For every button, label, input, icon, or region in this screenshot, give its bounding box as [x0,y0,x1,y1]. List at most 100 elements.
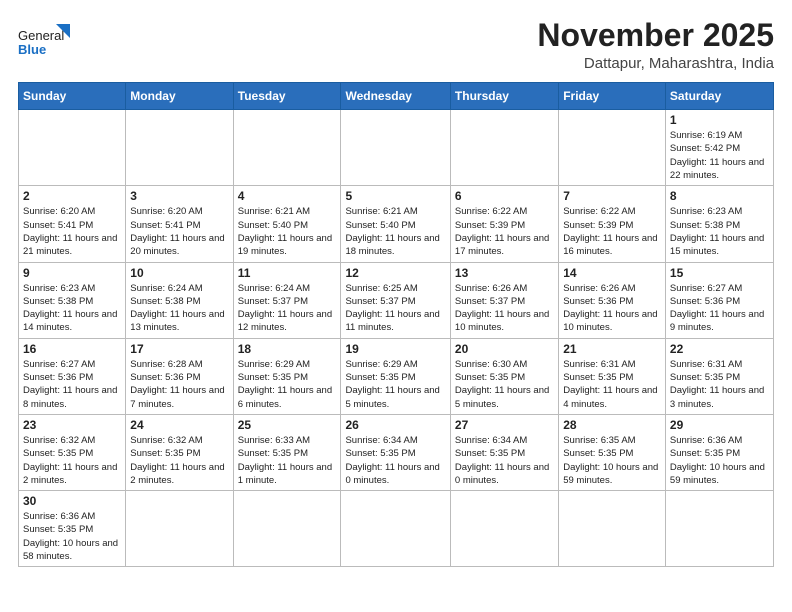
day-number: 24 [130,418,228,432]
calendar-cell: 12 Sunrise: 6:25 AMSunset: 5:37 PMDayligh… [341,262,450,338]
calendar-cell: 30 Sunrise: 6:36 AMSunset: 5:35 PMDayligh… [19,491,126,567]
day-number: 5 [345,189,445,203]
day-number: 12 [345,266,445,280]
day-number: 25 [238,418,337,432]
calendar-cell: 24 Sunrise: 6:32 AMSunset: 5:35 PMDayligh… [126,414,233,490]
calendar-cell [559,110,666,186]
day-number: 26 [345,418,445,432]
day-info: Sunrise: 6:21 AMSunset: 5:40 PMDaylight:… [345,205,445,258]
day-info: Sunrise: 6:20 AMSunset: 5:41 PMDaylight:… [130,205,228,258]
calendar-week-1: 1Sunrise: 6:19 AMSunset: 5:42 PMDaylight… [19,110,774,186]
page: General Blue November 2025 Dattapur, Mah… [0,0,792,612]
calendar-cell [665,491,773,567]
calendar-cell: 27 Sunrise: 6:34 AMSunset: 5:35 PMDayligh… [450,414,558,490]
day-info: Sunrise: 6:29 AMSunset: 5:35 PMDaylight:… [238,358,337,411]
day-info: Sunrise: 6:36 AMSunset: 5:35 PMDaylight:… [670,434,769,487]
calendar-cell: 14Sunrise: 6:26 AMSunset: 5:36 PMDayligh… [559,262,666,338]
calendar-table: SundayMondayTuesdayWednesdayThursdayFrid… [18,82,774,567]
day-number: 18 [238,342,337,356]
logo-image: General Blue [18,18,72,62]
day-info: Sunrise: 6:23 AMSunset: 5:38 PMDaylight:… [23,282,121,335]
title-block: November 2025 Dattapur, Maharashtra, Ind… [537,18,774,72]
calendar-cell [126,491,233,567]
calendar-cell [450,110,558,186]
calendar-cell: 7Sunrise: 6:22 AMSunset: 5:39 PMDaylight… [559,186,666,262]
calendar-cell: 16Sunrise: 6:27 AMSunset: 5:36 PMDayligh… [19,338,126,414]
day-number: 10 [130,266,228,280]
day-info: Sunrise: 6:27 AMSunset: 5:36 PMDaylight:… [670,282,769,335]
day-number: 21 [563,342,661,356]
calendar-cell: 10 Sunrise: 6:24 AMSunset: 5:38 PMDayligh… [126,262,233,338]
day-info: Sunrise: 6:31 AMSunset: 5:35 PMDaylight:… [670,358,769,411]
logo: General Blue [18,18,72,62]
day-number: 8 [670,189,769,203]
day-info: Sunrise: 6:34 AMSunset: 5:35 PMDaylight:… [345,434,445,487]
day-info: Sunrise: 6:26 AMSunset: 5:36 PMDaylight:… [563,282,661,335]
day-info: Sunrise: 6:31 AMSunset: 5:35 PMDaylight:… [563,358,661,411]
day-number: 9 [23,266,121,280]
logo-svg: General Blue [18,18,72,62]
month-title: November 2025 [537,18,774,53]
calendar-cell: 1Sunrise: 6:19 AMSunset: 5:42 PMDaylight… [665,110,773,186]
day-info: Sunrise: 6:30 AMSunset: 5:35 PMDaylight:… [455,358,554,411]
calendar-week-4: 16Sunrise: 6:27 AMSunset: 5:36 PMDayligh… [19,338,774,414]
calendar-week-3: 9 Sunrise: 6:23 AMSunset: 5:38 PMDaylight… [19,262,774,338]
calendar-cell: 17 Sunrise: 6:28 AMSunset: 5:36 PMDayligh… [126,338,233,414]
calendar-cell: 26 Sunrise: 6:34 AMSunset: 5:35 PMDayligh… [341,414,450,490]
calendar-cell: 9 Sunrise: 6:23 AMSunset: 5:38 PMDaylight… [19,262,126,338]
day-info: Sunrise: 6:26 AMSunset: 5:37 PMDaylight:… [455,282,554,335]
calendar-cell: 8 Sunrise: 6:23 AMSunset: 5:38 PMDaylight… [665,186,773,262]
day-info: Sunrise: 6:23 AMSunset: 5:38 PMDaylight:… [670,205,769,258]
calendar-header-saturday: Saturday [665,83,773,110]
day-info: Sunrise: 6:21 AMSunset: 5:40 PMDaylight:… [238,205,337,258]
calendar-header-wednesday: Wednesday [341,83,450,110]
calendar-cell [233,110,341,186]
day-info: Sunrise: 6:28 AMSunset: 5:36 PMDaylight:… [130,358,228,411]
day-info: Sunrise: 6:29 AMSunset: 5:35 PMDaylight:… [345,358,445,411]
calendar-cell: 18 Sunrise: 6:29 AMSunset: 5:35 PMDayligh… [233,338,341,414]
svg-text:Blue: Blue [18,42,46,57]
day-number: 30 [23,494,121,508]
day-number: 23 [23,418,121,432]
calendar-body: 1Sunrise: 6:19 AMSunset: 5:42 PMDaylight… [19,110,774,567]
day-info: Sunrise: 6:33 AMSunset: 5:35 PMDaylight:… [238,434,337,487]
calendar-header-tuesday: Tuesday [233,83,341,110]
calendar-cell: 29 Sunrise: 6:36 AMSunset: 5:35 PMDayligh… [665,414,773,490]
day-info: Sunrise: 6:36 AMSunset: 5:35 PMDaylight:… [23,510,121,563]
day-number: 2 [23,189,121,203]
header: General Blue November 2025 Dattapur, Mah… [18,18,774,72]
calendar-cell [233,491,341,567]
day-number: 1 [670,113,769,127]
day-info: Sunrise: 6:34 AMSunset: 5:35 PMDaylight:… [455,434,554,487]
calendar-cell [341,491,450,567]
day-number: 3 [130,189,228,203]
calendar-cell [559,491,666,567]
calendar-week-6: 30 Sunrise: 6:36 AMSunset: 5:35 PMDayligh… [19,491,774,567]
day-info: Sunrise: 6:32 AMSunset: 5:35 PMDaylight:… [130,434,228,487]
day-number: 17 [130,342,228,356]
day-number: 27 [455,418,554,432]
day-info: Sunrise: 6:32 AMSunset: 5:35 PMDaylight:… [23,434,121,487]
day-number: 16 [23,342,121,356]
calendar-cell: 20 Sunrise: 6:30 AMSunset: 5:35 PMDayligh… [450,338,558,414]
day-number: 20 [455,342,554,356]
calendar-cell [450,491,558,567]
calendar-week-2: 2 Sunrise: 6:20 AMSunset: 5:41 PMDaylight… [19,186,774,262]
calendar-cell: 25 Sunrise: 6:33 AMSunset: 5:35 PMDayligh… [233,414,341,490]
day-info: Sunrise: 6:24 AMSunset: 5:38 PMDaylight:… [130,282,228,335]
day-info: Sunrise: 6:24 AMSunset: 5:37 PMDaylight:… [238,282,337,335]
location: Dattapur, Maharashtra, India [537,55,774,72]
calendar-cell: 28Sunrise: 6:35 AMSunset: 5:35 PMDayligh… [559,414,666,490]
day-info: Sunrise: 6:25 AMSunset: 5:37 PMDaylight:… [345,282,445,335]
calendar-cell: 22Sunrise: 6:31 AMSunset: 5:35 PMDayligh… [665,338,773,414]
calendar-cell: 15 Sunrise: 6:27 AMSunset: 5:36 PMDayligh… [665,262,773,338]
day-info: Sunrise: 6:20 AMSunset: 5:41 PMDaylight:… [23,205,121,258]
day-number: 7 [563,189,661,203]
day-number: 15 [670,266,769,280]
calendar-header-thursday: Thursday [450,83,558,110]
calendar-cell: 11Sunrise: 6:24 AMSunset: 5:37 PMDayligh… [233,262,341,338]
calendar-cell: 19Sunrise: 6:29 AMSunset: 5:35 PMDayligh… [341,338,450,414]
calendar-header-friday: Friday [559,83,666,110]
calendar-cell: 23 Sunrise: 6:32 AMSunset: 5:35 PMDayligh… [19,414,126,490]
day-number: 29 [670,418,769,432]
